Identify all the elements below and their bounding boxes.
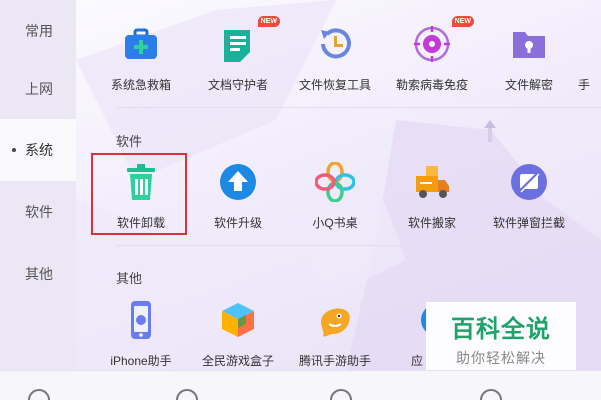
bottom-icon-3[interactable]: [330, 389, 352, 400]
watermark: 百科全说 助你轻松解决: [426, 302, 576, 374]
tool-label: 应: [410, 354, 423, 368]
divider: [116, 107, 601, 108]
sidebar-item-internet[interactable]: 上网: [0, 58, 76, 120]
tool-label: 软件弹窗拦截: [492, 216, 565, 230]
iphone-icon: [121, 300, 161, 340]
tool-label: 全民游戏盒子: [201, 354, 274, 368]
sidebar-item-software[interactable]: 软件: [0, 181, 76, 243]
tool-label: 软件搬家: [407, 216, 456, 230]
sidebar-item-label: 常用: [25, 23, 53, 39]
sidebar-item-other[interactable]: 其他: [0, 243, 76, 305]
tool-file-restore[interactable]: 文件恢复工具: [290, 24, 380, 104]
pinwheel-icon: [314, 161, 356, 203]
section-title-other: 其他: [116, 271, 143, 286]
tool-label: 文件解密: [504, 78, 553, 92]
tool-software-move[interactable]: 软件搬家: [387, 162, 477, 242]
sidebar-item-label: 系统: [25, 142, 53, 158]
moving-truck-icon: [412, 162, 452, 202]
tool-label: 勒索病毒免疫: [395, 78, 468, 92]
section-title-software: 软件: [116, 134, 143, 149]
sidebar-item-system[interactable]: 系统: [0, 119, 76, 181]
tool-document-guard[interactable]: NEW 文档守护者: [193, 16, 283, 104]
watermark-main: 百科全说: [451, 315, 551, 343]
tool-partial-app[interactable]: 应: [387, 300, 427, 380]
tool-ransomware-immune[interactable]: NEW 勒索病毒免疫: [387, 16, 477, 104]
tool-q-desk[interactable]: 小Q书桌: [290, 161, 380, 242]
tool-label: 文档守护者: [207, 78, 268, 92]
game-fish-icon: [315, 300, 355, 340]
tool-system-first-aid[interactable]: 系统急救箱: [96, 24, 186, 104]
active-dot-icon: [12, 148, 16, 152]
partial-app-icon: [407, 300, 427, 340]
tool-label: 腾讯手游助手: [298, 354, 371, 368]
sidebar: 常用 上网 系统 软件 其他: [0, 0, 76, 370]
partial-tool-icon: [578, 24, 601, 64]
tool-label: 软件升级: [213, 216, 262, 230]
tool-label: 小Q书桌: [312, 216, 358, 230]
tool-mobile-game-helper[interactable]: 腾讯手游助手: [290, 300, 380, 380]
bottom-icon-4[interactable]: [480, 389, 502, 400]
new-badge: NEW: [257, 16, 280, 27]
popup-block-icon: [509, 162, 549, 202]
tool-game-box[interactable]: 全民游戏盒子: [193, 300, 283, 380]
tool-iphone-helper[interactable]: iPhone助手: [96, 300, 186, 380]
new-badge: NEW: [451, 16, 474, 27]
folder-lock-icon: [509, 24, 549, 64]
watermark-sub: 助你轻松解决: [456, 349, 546, 366]
file-restore-icon: [315, 24, 355, 64]
tool-label: 系统急救箱: [110, 78, 171, 92]
sidebar-item-label: 软件: [25, 204, 53, 220]
virus-immune-icon: NEW: [412, 16, 474, 64]
sidebar-item-common[interactable]: 常用: [0, 0, 76, 62]
bottom-bar: [0, 370, 601, 400]
tool-popup-block[interactable]: 软件弹窗拦截: [484, 162, 574, 242]
tool-label: 文件恢复工具: [298, 78, 371, 92]
game-box-icon: [218, 300, 258, 340]
highlight-annotation: [91, 153, 187, 235]
document-guard-icon: NEW: [218, 16, 280, 64]
tool-label: iPhone助手: [110, 354, 172, 368]
sidebar-item-label: 其他: [25, 266, 53, 282]
bottom-icon-2[interactable]: [176, 389, 198, 400]
tool-file-decrypt[interactable]: 文件解密: [484, 24, 574, 104]
tool-software-upgrade[interactable]: 软件升级: [193, 162, 283, 242]
sidebar-item-label: 上网: [25, 81, 53, 97]
tool-label: 手: [578, 78, 591, 92]
divider: [116, 245, 601, 246]
bottom-icon-1[interactable]: [28, 389, 50, 400]
tool-partial[interactable]: 手: [578, 24, 601, 104]
first-aid-kit-icon: [121, 24, 161, 64]
upgrade-arrow-icon: [218, 162, 258, 202]
